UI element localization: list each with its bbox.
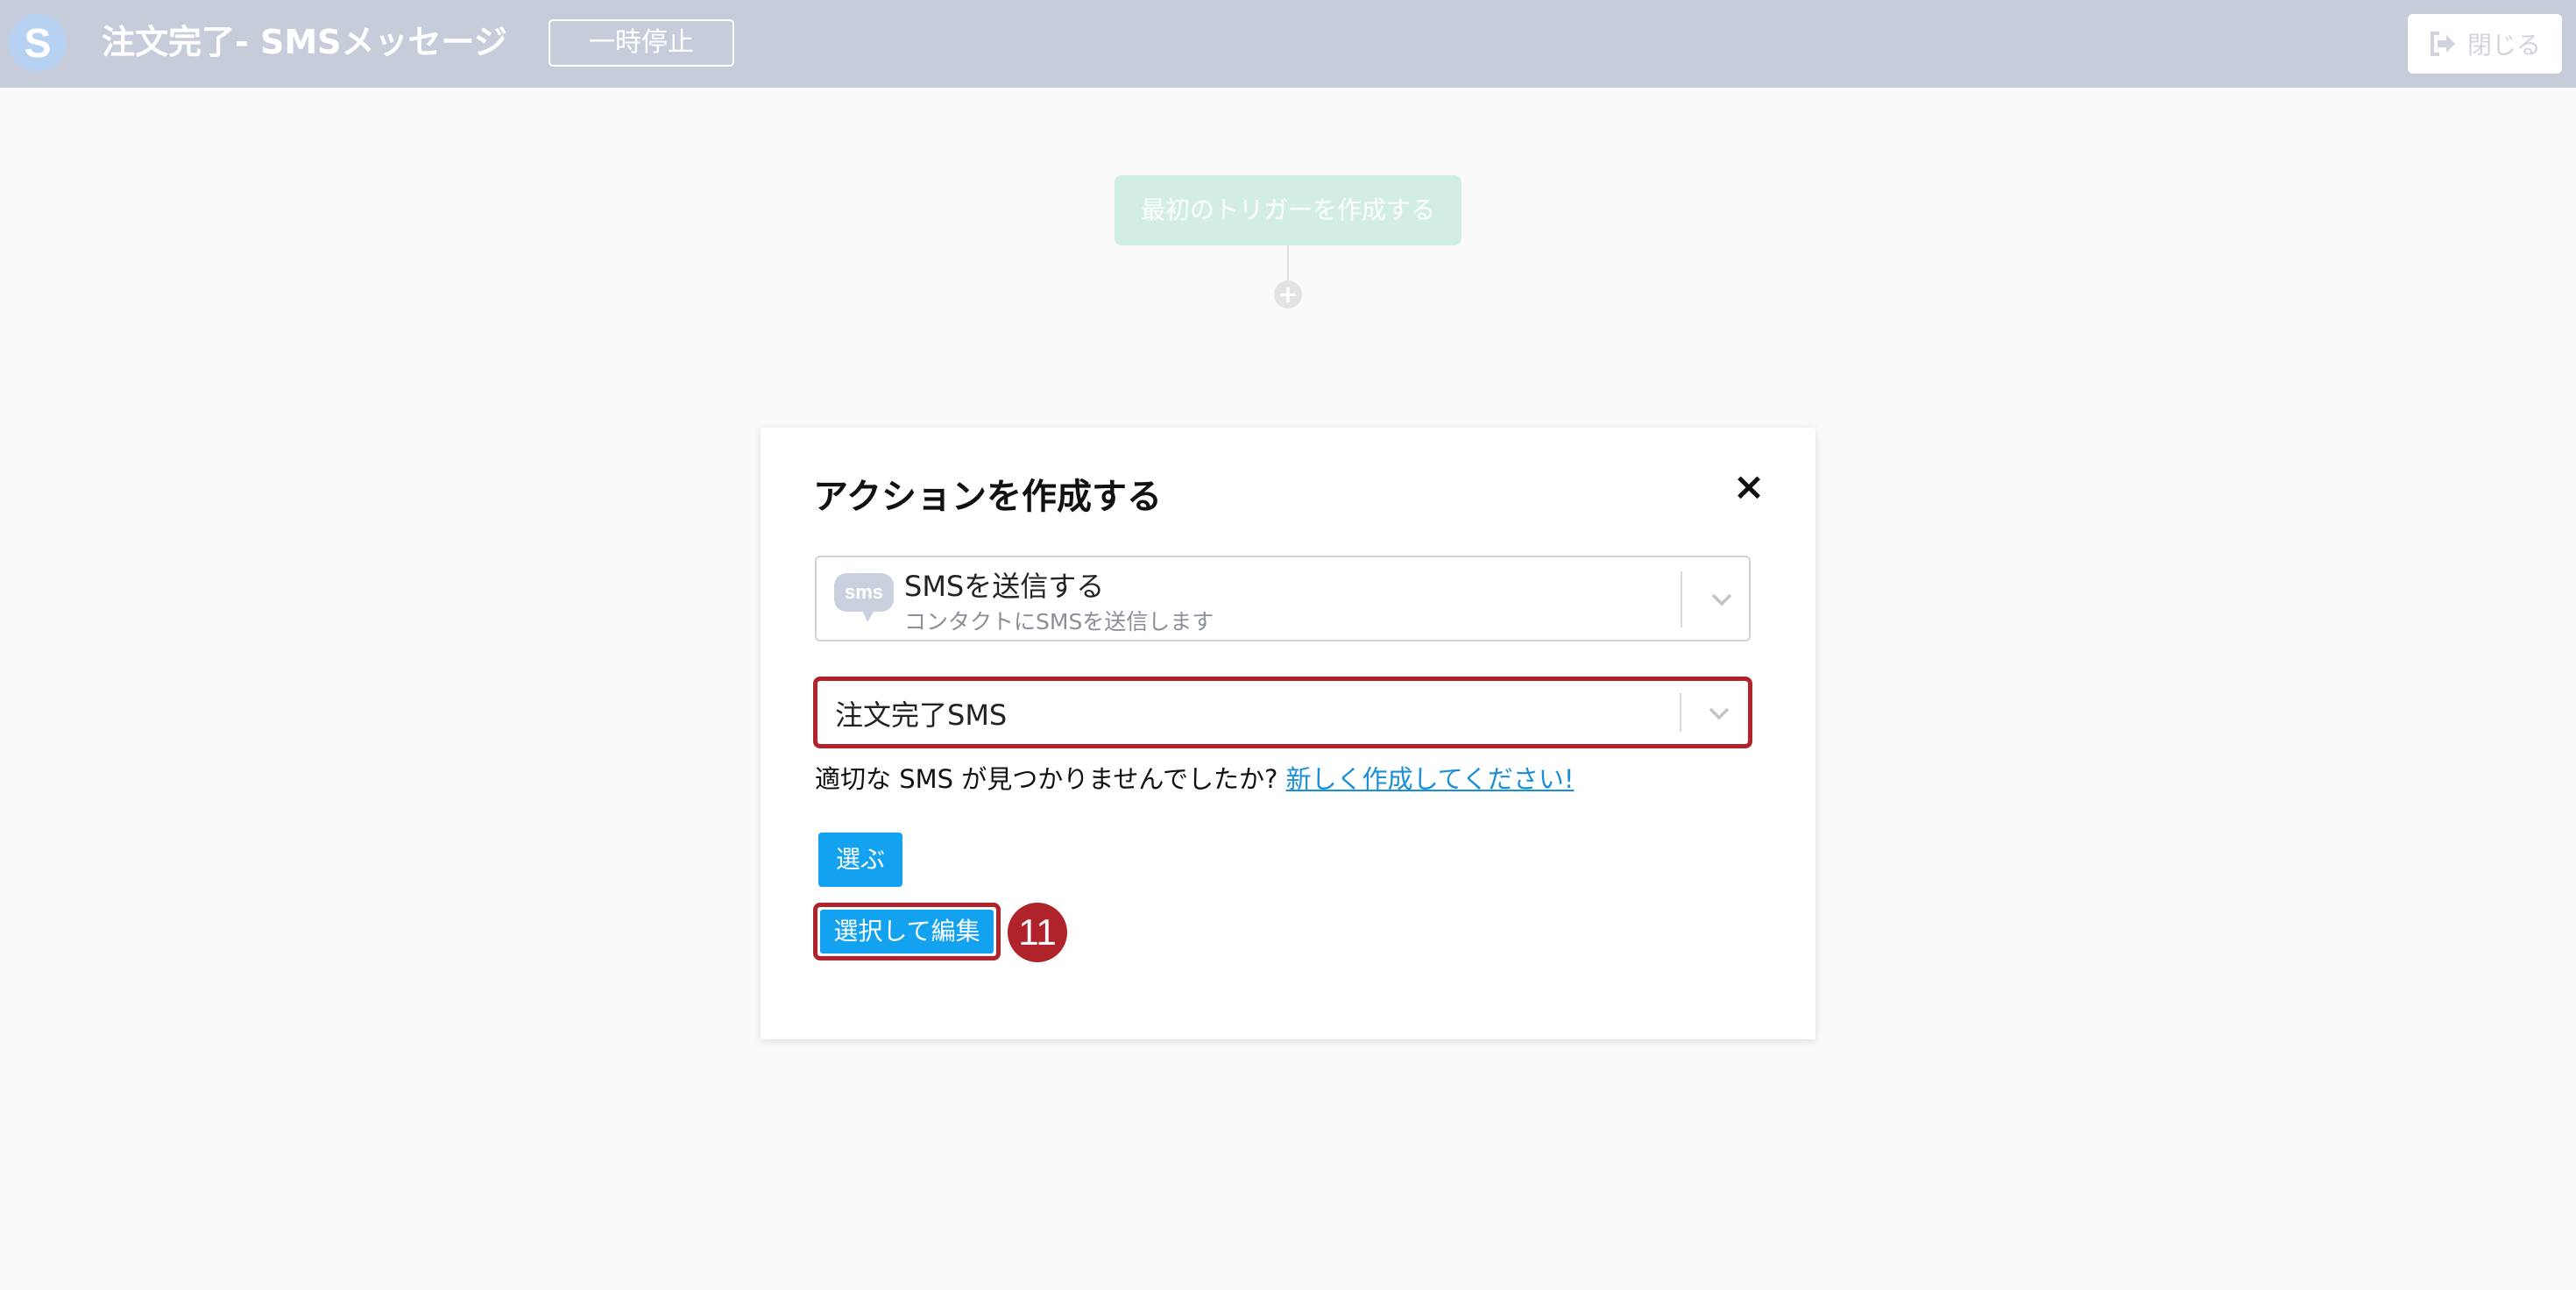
create-new-link[interactable]: 新しく作成してください! (1286, 764, 1575, 794)
close-button-label: 閉じる (2466, 31, 2541, 60)
flow-connector (1287, 245, 1289, 280)
chevron-down-icon[interactable] (1706, 705, 1732, 722)
select-separator (1680, 693, 1681, 732)
create-action-modal: アクションを作成する × sms SMSを送信する コンタクトにSMSを送信しま… (761, 428, 1815, 1039)
sms-bubble-icon: sms (834, 573, 894, 622)
modal-title: アクションを作成する (813, 477, 1162, 517)
logo-letter: S (24, 20, 52, 66)
sms-template-select[interactable]: 注文完了SMS (813, 677, 1752, 748)
action-type-label: SMSを送信する (904, 570, 1105, 603)
automation-title: 注文完了- SMSメッセージ (102, 23, 507, 61)
create-new-hint: 適切な SMS が見つかりませんでしたか? 新しく作成してください! (815, 759, 1574, 796)
close-button[interactable]: 閉じる (2408, 14, 2562, 74)
plus-icon[interactable]: + (1274, 280, 1302, 308)
action-type-description: コンタクトにSMSを送信します (904, 609, 1214, 634)
sms-template-value: 注文完了SMS (835, 698, 1008, 732)
create-first-trigger-node[interactable]: 最初のトリガーを作成する (1115, 175, 1461, 245)
app-logo: S (9, 14, 67, 72)
svg-text:sms: sms (845, 581, 883, 603)
top-bar: S 注文完了- SMSメッセージ 一時停止 閉じる (0, 0, 2576, 88)
step-number-badge: 11 (1008, 903, 1067, 962)
action-type-select[interactable]: sms SMSを送信する コンタクトにSMSを送信します (815, 556, 1751, 641)
choose-button[interactable]: 選ぶ (818, 833, 902, 887)
pause-button[interactable]: 一時停止 (548, 19, 734, 67)
select-separator (1681, 571, 1682, 627)
close-icon[interactable]: × (1731, 468, 1766, 507)
chevron-down-icon[interactable] (1709, 591, 1735, 608)
choose-and-edit-button[interactable]: 選択して編集 (820, 910, 994, 953)
hint-text: 適切な SMS が見つかりませんでしたか? (815, 764, 1286, 794)
highlight-frame: 選択して編集 (813, 903, 1001, 960)
sign-out-icon (2430, 32, 2455, 56)
